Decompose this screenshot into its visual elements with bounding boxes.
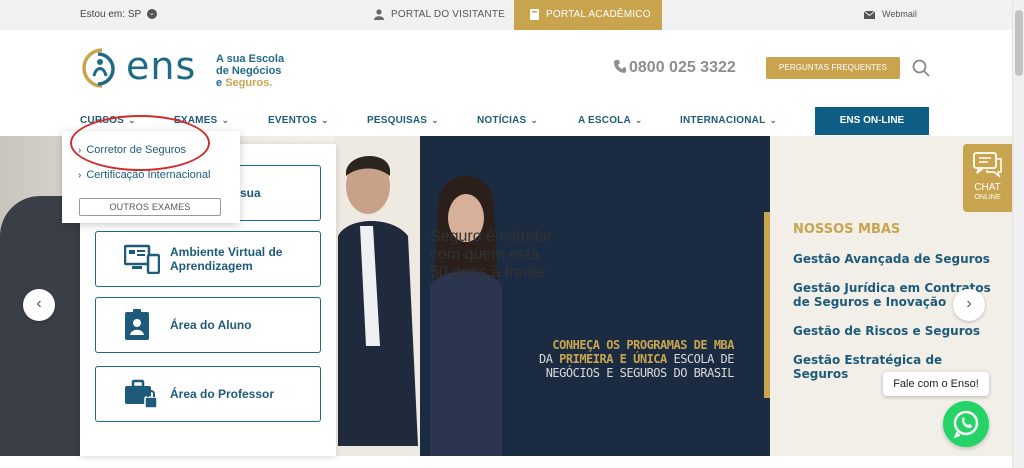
- teacher-area-card[interactable]: Área do Professor: [95, 366, 321, 422]
- card-label: Área do Aluno: [170, 318, 252, 332]
- briefcase-lock-icon: [125, 379, 158, 409]
- tagline-line-3-highlight: Seguros.: [225, 77, 273, 89]
- phone-icon: [614, 60, 626, 73]
- location-value: SP: [127, 9, 141, 20]
- hero-headline-line-1: Seguro é estudar: [430, 228, 553, 245]
- hero-subtitle-line-2-prefix: DA: [538, 352, 560, 366]
- webmail-label: Webmail: [882, 9, 917, 19]
- nav-pesquisas-label: PESQUISAS: [367, 115, 428, 126]
- whatsapp-button[interactable]: [943, 401, 989, 447]
- chevron-down-icon: ⌄: [769, 115, 778, 125]
- chevron-right-icon: ›: [78, 170, 82, 181]
- nav-a-escola-label: A ESCOLA: [578, 115, 631, 126]
- chat-tab-label: CHAT: [974, 182, 1001, 193]
- user-icon: [374, 9, 384, 20]
- chevron-left-icon: ‹: [36, 295, 42, 312]
- card-label: Ambiente Virtual de Aprendizagem: [170, 245, 282, 273]
- nav-pesquisas[interactable]: PESQUISAS ⌄: [367, 115, 439, 126]
- logo-mark-icon: [82, 48, 115, 88]
- logo-tagline: A sua Escola de Negócios e Seguros.: [216, 53, 284, 89]
- hero-subtitle-line-2: DA PRIMEIRA E ÚNICA ESCOLA DE: [440, 352, 735, 366]
- card-label: Área do Professor: [170, 387, 275, 401]
- hero-subtitle: CONHEÇA OS PROGRAMAS DE MBA DA PRIMEIRA …: [440, 338, 735, 380]
- mba-section-title: NOSSOS MBAS: [793, 222, 901, 237]
- tagline-line-2: de Negócios: [216, 65, 282, 77]
- mba-link[interactable]: Gestão Avançada de Seguros: [793, 252, 993, 266]
- hero-subtitle-line-2-suffix: ESCOLA DE: [666, 352, 734, 366]
- location-selector[interactable]: Estou em: SP ⌄: [80, 9, 157, 20]
- chat-tab-sublabel: ONLINE: [974, 194, 1001, 201]
- search-icon[interactable]: [912, 59, 930, 77]
- student-badge-icon: [125, 309, 149, 340]
- mba-link[interactable]: Gestão de Riscos e Seguros: [793, 324, 993, 338]
- nav-internacional-label: INTERNACIONAL: [680, 115, 766, 126]
- location-label: Estou em:: [80, 9, 126, 20]
- academic-portal-link[interactable]: PORTAL ACADÊMICO: [514, 0, 662, 30]
- envelope-icon: [864, 10, 875, 19]
- whatsapp-icon: [953, 410, 979, 439]
- student-area-card[interactable]: Área do Aluno: [95, 297, 321, 353]
- logo-wordmark: ens: [126, 44, 197, 88]
- card-label-line-2: Aprendizagem: [170, 259, 253, 273]
- nav-eventos[interactable]: EVENTOS ⌄: [268, 115, 329, 126]
- hero-subtitle-line-1: CONHEÇA OS PROGRAMAS DE MBA: [552, 338, 734, 352]
- carousel-prev-button[interactable]: ‹: [23, 289, 55, 321]
- monitor-devices-icon: [124, 244, 160, 274]
- hero-photo-person: [0, 196, 80, 456]
- hero-photo-woman: [430, 176, 502, 456]
- hero-headline-line-3: 50 anos à frente: [430, 264, 546, 281]
- chevron-down-icon: ⌄: [634, 115, 643, 125]
- chat-online-tab[interactable]: CHAT ONLINE: [963, 144, 1012, 212]
- phone-number[interactable]: 0800 025 3322: [614, 59, 736, 77]
- book-icon: [530, 8, 539, 20]
- hero-subtitle-line-3: NEGÓCIOS E SEGUROS DO BRASIL: [545, 366, 735, 380]
- top-utility-bar: Estou em: SP ⌄ PORTAL DO VISITANTE PORTA…: [0, 0, 1012, 30]
- ens-online-button[interactable]: ENS ON-LINE: [815, 107, 929, 135]
- webmail-link[interactable]: Webmail: [864, 9, 917, 19]
- nav-eventos-label: EVENTOS: [268, 115, 318, 126]
- carousel-next-button[interactable]: ›: [953, 289, 985, 321]
- faq-button[interactable]: PERGUNTAS FREQUENTES: [766, 57, 900, 79]
- tagline-line-3: e Seguros.: [216, 77, 284, 89]
- nav-internacional[interactable]: INTERNACIONAL ⌄: [680, 115, 777, 126]
- card-label-line-1: Ambiente Virtual de: [170, 245, 283, 259]
- chevron-right-icon: ›: [966, 295, 972, 312]
- nav-noticias[interactable]: NOTÍCIAS ⌄: [477, 115, 538, 126]
- chevron-down-icon: ⌄: [431, 115, 439, 125]
- chevron-down-icon: ⌄: [221, 115, 230, 125]
- visitor-portal-link[interactable]: PORTAL DO VISITANTE: [374, 9, 505, 20]
- hero-subtitle-line-2-highlight: PRIMEIRA E ÚNICA: [559, 352, 667, 366]
- chevron-down-icon: ⌄: [146, 9, 157, 20]
- phone-number-text: 0800 025 3322: [629, 59, 736, 76]
- tagline-line-3-prefix: e: [216, 77, 226, 89]
- hero-headline: Seguro é estudar com quem está 50 anos à…: [430, 228, 735, 282]
- other-exams-button[interactable]: OUTROS EXAMES: [79, 198, 221, 216]
- page-scrollbar[interactable]: [1012, 0, 1024, 468]
- scrollbar-thumb[interactable]: [1015, 10, 1023, 76]
- nav-a-escola[interactable]: A ESCOLA ⌄: [578, 115, 643, 126]
- chevron-down-icon: ⌄: [530, 115, 539, 125]
- virtual-learning-card[interactable]: Ambiente Virtual de Aprendizagem: [95, 231, 321, 287]
- academic-portal-label: PORTAL ACADÊMICO: [546, 9, 651, 20]
- nav-noticias-label: NOTÍCIAS: [477, 115, 527, 126]
- tagline-line-1: A sua Escola: [216, 53, 285, 65]
- chevron-down-icon: ⌄: [321, 115, 329, 125]
- highlight-annotation: [70, 115, 210, 171]
- chat-prompt-bubble[interactable]: Fale com o Enso!: [883, 372, 989, 396]
- visitor-portal-label: PORTAL DO VISITANTE: [391, 9, 506, 21]
- hero-headline-line-2: com quem está: [430, 246, 540, 263]
- chat-bubble-icon: [973, 152, 1002, 178]
